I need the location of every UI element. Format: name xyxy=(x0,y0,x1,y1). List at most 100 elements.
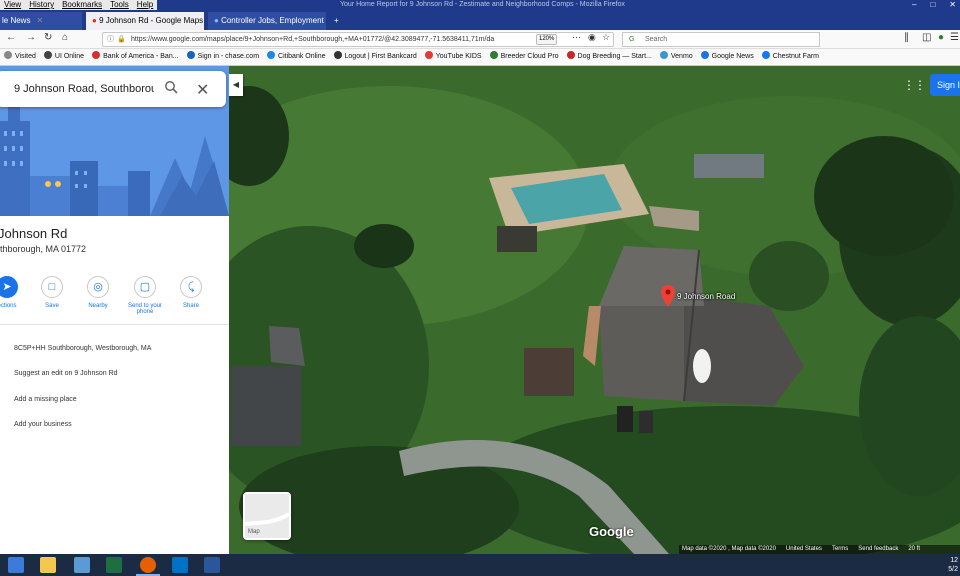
sidebar-icon[interactable]: ◫ xyxy=(922,32,931,43)
news-icon xyxy=(700,51,709,59)
clear-search-icon[interactable]: ✕ xyxy=(196,80,209,100)
pinned-app-icon[interactable] xyxy=(74,557,90,573)
tab-controller-jobs[interactable]: ● Controller Jobs, Employment in xyxy=(208,12,326,30)
add-business-link[interactable]: Add your business xyxy=(14,421,72,428)
file-explorer-icon[interactable] xyxy=(40,557,56,573)
zoom-level[interactable]: 120% xyxy=(536,34,558,45)
search-field[interactable]: 9 Johnson Road, Southborough, M ✕ xyxy=(0,71,226,107)
back-icon[interactable]: ← xyxy=(6,32,16,43)
bookmark-first-bankcard[interactable]: Logout | First Bankcard xyxy=(330,49,421,65)
satellite-imagery xyxy=(229,66,960,554)
menu-bar: View History Bookmarks Tools Help xyxy=(0,0,158,10)
system-clock[interactable]: 12 5/2 xyxy=(948,556,960,574)
search-box[interactable]: G Search xyxy=(622,32,820,47)
maximize-icon[interactable]: □ xyxy=(930,0,935,10)
tab-news[interactable]: le News ✕ xyxy=(0,12,82,30)
tab-bar: le News✕ ● 9 Johnson Rd - Google Maps✕ ●… xyxy=(0,10,960,30)
share-icon: ⤹ xyxy=(180,276,202,298)
bookmark-star-icon[interactable]: ☆ xyxy=(602,32,610,43)
menu-history[interactable]: History xyxy=(25,0,58,10)
window-title: Your Home Report for 9 Johnson Rd - Zest… xyxy=(340,1,625,8)
nearby-label: Nearby xyxy=(88,303,108,309)
send-to-phone-label: Send to your phone xyxy=(127,303,163,315)
boa-icon xyxy=(92,51,101,59)
attribution-bar: Map data ©2020 , Map data ©2020 United S… xyxy=(679,545,960,554)
sign-in-button[interactable]: Sign I xyxy=(930,74,960,96)
info-icon[interactable]: ⓘ xyxy=(107,33,114,46)
scale-label[interactable]: 20 ft xyxy=(908,545,920,554)
save-button[interactable]: □ Save xyxy=(30,276,74,309)
reload-icon[interactable]: ↻ xyxy=(44,32,52,43)
excel-icon[interactable] xyxy=(106,557,122,573)
word-icon[interactable] xyxy=(204,557,220,573)
map-data-text: Map data ©2020 , Map data ©2020 xyxy=(682,546,776,552)
search-input[interactable]: 9 Johnson Road, Southborough, M xyxy=(14,83,154,95)
place-address: ithborough, MA 01772 xyxy=(0,244,87,254)
phone-icon: ▢ xyxy=(134,276,156,298)
map-type-toggle[interactable]: Map xyxy=(243,492,291,540)
directions-icon: ➤ xyxy=(0,276,18,298)
save-label: Save xyxy=(45,303,59,309)
share-label: Share xyxy=(182,303,199,309)
menu-bookmarks[interactable]: Bookmarks xyxy=(58,0,106,10)
start-icon[interactable] xyxy=(8,557,24,573)
google-search-icon: G xyxy=(629,36,635,43)
bookmark-ui-online[interactable]: UI Online xyxy=(40,49,88,65)
bookmark-youtube-kids[interactable]: YouTube KIDS xyxy=(421,49,486,65)
region-text[interactable]: United States xyxy=(786,545,822,554)
place-panel: 9 Johnson Road, Southborough, M ✕ Johnso… xyxy=(0,66,229,554)
forward-icon[interactable]: → xyxy=(26,32,36,43)
add-missing-place-link[interactable]: Add a missing place xyxy=(14,396,77,403)
menu-view[interactable]: View xyxy=(0,0,25,10)
bookmark-citibank[interactable]: Citibank Online xyxy=(263,49,329,65)
taskbar: 12 5/2 xyxy=(0,554,960,576)
pocket-icon[interactable]: ◉ xyxy=(588,32,596,43)
extension-icon[interactable]: ● xyxy=(938,32,944,43)
place-title: Johnson Rd xyxy=(0,226,68,241)
menu-help[interactable]: Help xyxy=(133,0,157,10)
home-icon[interactable]: ⌂ xyxy=(62,32,68,43)
youtube-icon xyxy=(424,51,433,59)
plus-code[interactable]: 8C5P+HH Southborough, Westborough, MA xyxy=(14,345,151,352)
minimize-icon[interactable]: – xyxy=(912,0,916,10)
search-placeholder: Search xyxy=(645,36,668,43)
map-pin-icon[interactable] xyxy=(661,285,675,307)
bookmark-venmo[interactable]: Venmo xyxy=(656,49,697,65)
suggest-edit-link[interactable]: Suggest an edit on 9 Johnson Rd xyxy=(14,370,118,377)
hamburger-menu-icon[interactable]: ☰ xyxy=(950,32,959,43)
firefox-icon[interactable] xyxy=(140,557,156,573)
close-window-icon[interactable]: ✕ xyxy=(949,0,956,10)
bookmark-bank-of-america[interactable]: Bank of America - Ban... xyxy=(88,49,182,65)
bookmark-breeder-cloud[interactable]: Breeder Cloud Pro xyxy=(486,49,563,65)
window-controls: – □ ✕ xyxy=(912,0,956,10)
bookmark-chestnut-farm[interactable]: Chestnut Farm xyxy=(758,49,823,65)
nearby-button[interactable]: ◎ Nearby xyxy=(76,276,120,309)
globe-icon xyxy=(4,51,12,59)
collapse-panel-button[interactable]: ◀ xyxy=(229,74,243,96)
share-button[interactable]: ⤹ Share xyxy=(169,276,213,309)
page-actions-icon[interactable]: ⋯ xyxy=(572,32,581,43)
nearby-icon: ◎ xyxy=(87,276,109,298)
terms-link[interactable]: Terms xyxy=(832,545,848,554)
navigation-bar: ← → ↻ ⌂ ⓘ 🔒 https://www.google.com/maps/… xyxy=(0,30,960,49)
clock-time: 12 xyxy=(950,557,958,564)
bookmarks-toolbar: Visited UI Online Bank of America - Ban.… xyxy=(0,49,960,66)
bookmark-icon: □ xyxy=(41,276,63,298)
menu-tools[interactable]: Tools xyxy=(106,0,133,10)
tab-google-maps[interactable]: ● 9 Johnson Rd - Google Maps✕ xyxy=(86,12,204,30)
library-icon[interactable]: ∥ xyxy=(904,32,909,43)
send-feedback-link[interactable]: Send feedback xyxy=(858,545,898,554)
citi-icon xyxy=(267,51,276,59)
bookmark-dog-breeding[interactable]: Dog Breeding — Start... xyxy=(563,49,656,65)
facebook-icon xyxy=(761,51,770,59)
bookmark-google-news[interactable]: Google News xyxy=(697,49,758,65)
directions-button[interactable]: ➤ ections xyxy=(0,276,29,309)
bookmark-visited[interactable]: Visited xyxy=(0,49,40,65)
bookmark-chase[interactable]: Sign in - chase.com xyxy=(183,49,263,65)
outlook-icon[interactable] xyxy=(172,557,188,573)
satellite-map[interactable]: ◀ ⋮⋮⋮ Sign I 9 Johnson Road Map Google M… xyxy=(229,66,960,554)
send-to-phone-button[interactable]: ▢ Send to your phone xyxy=(123,276,167,315)
search-icon[interactable] xyxy=(164,80,178,94)
lock-icon: 🔒 xyxy=(117,36,126,43)
new-tab-button[interactable]: + xyxy=(328,12,342,30)
